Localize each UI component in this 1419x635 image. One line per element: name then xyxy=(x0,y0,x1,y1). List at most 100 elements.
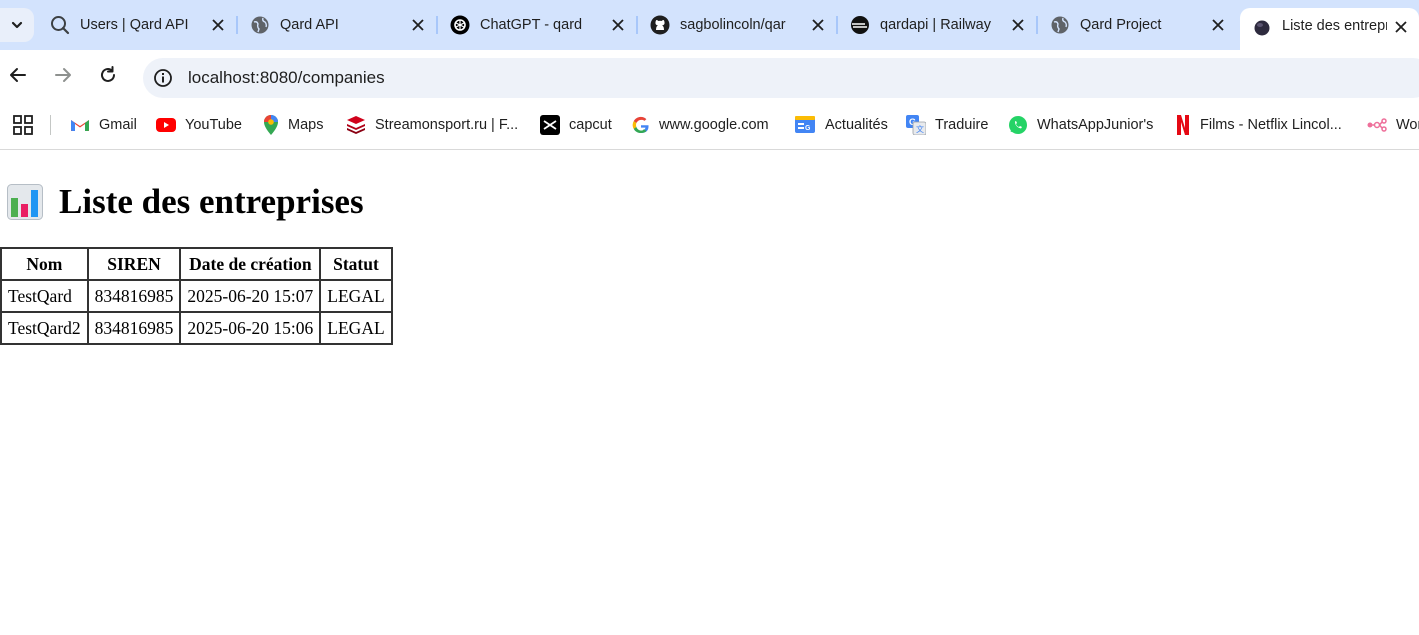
bookmark-label: Films - Netflix Lincol... xyxy=(1200,117,1342,133)
streamonsport-icon xyxy=(347,116,365,134)
dark-dot-icon xyxy=(1252,17,1272,37)
tab-qard-project[interactable]: Qard Project xyxy=(1038,8,1236,42)
cell-statut: LEGAL xyxy=(319,311,393,345)
chatgpt-icon xyxy=(450,15,470,35)
tab-title: Users | Qard API xyxy=(80,17,189,33)
bookmark-google[interactable]: www.google.com xyxy=(632,113,769,137)
globe-icon xyxy=(1050,15,1070,35)
news-icon: G xyxy=(795,116,815,133)
bookmark-streamonsport[interactable]: Streamonsport.ru | F... xyxy=(346,113,518,137)
bookmark-label: Traduire xyxy=(935,117,989,133)
reload-button[interactable] xyxy=(96,63,120,87)
bookmark-maps[interactable]: Maps xyxy=(263,113,323,137)
close-icon[interactable] xyxy=(810,17,826,33)
railway-icon xyxy=(850,15,870,35)
close-icon[interactable] xyxy=(610,17,626,33)
bookmark-wor[interactable]: Wor xyxy=(1367,113,1419,137)
site-info-icon[interactable] xyxy=(153,68,173,88)
tab-title: Liste des entrepri xyxy=(1282,18,1387,34)
page-content: Liste des entreprises Nom SIREN Date de … xyxy=(0,151,1419,635)
github-icon xyxy=(650,15,670,35)
tab-users-qard-api[interactable]: Users | Qard API xyxy=(38,8,236,42)
cell-siren: 834816985 xyxy=(86,311,182,345)
apps-grid-icon xyxy=(13,115,33,135)
bookmark-label: capcut xyxy=(569,117,612,133)
chevron-down-icon xyxy=(11,21,23,29)
bar-chart-icon xyxy=(7,184,43,220)
table-header-row: Nom SIREN Date de création Statut xyxy=(0,247,393,281)
bookmark-whatsappjunior[interactable]: WhatsAppJunior's xyxy=(1008,113,1153,137)
tab-title: Qard API xyxy=(280,17,339,33)
close-icon[interactable] xyxy=(1010,17,1026,33)
bookmark-label: WhatsAppJunior's xyxy=(1037,117,1154,133)
forward-button[interactable] xyxy=(51,63,75,87)
arrow-right-icon xyxy=(55,68,71,82)
youtube-icon xyxy=(156,118,176,132)
tab-strip: Users | Qard API Qard API ChatGPT - qard… xyxy=(0,0,1419,50)
tab-title: Qard Project xyxy=(1080,17,1162,33)
close-icon[interactable] xyxy=(210,17,226,33)
bookmark-label: Wor xyxy=(1396,117,1419,133)
table-row: TestQard 834816985 2025-06-20 15:07 LEGA… xyxy=(0,279,393,313)
column-header-statut: Statut xyxy=(319,247,393,281)
tab-title: qardapi | Railway xyxy=(880,17,991,33)
cell-nom: TestQard2 xyxy=(0,311,89,345)
column-header-nom: Nom xyxy=(0,247,89,281)
column-header-siren: SIREN xyxy=(86,247,182,281)
companies-table: Nom SIREN Date de création Statut TestQa… xyxy=(0,247,393,345)
tab-title: ChatGPT - qard xyxy=(480,17,583,33)
bookmark-label: www.google.com xyxy=(659,117,769,133)
bookmark-youtube[interactable]: YouTube xyxy=(156,113,242,137)
url-text[interactable]: localhost:8080/companies xyxy=(188,68,385,88)
bookmark-label: YouTube xyxy=(185,117,242,133)
bookmark-traduire[interactable]: G文 Traduire xyxy=(906,113,988,137)
bookmark-label: Streamonsport.ru | F... xyxy=(375,117,519,133)
bookmarks-bar: Gmail YouTube Maps Streamonsport.ru | F.… xyxy=(0,100,1419,150)
page-title: Liste des entreprises xyxy=(59,182,364,221)
netflix-icon xyxy=(1177,115,1189,135)
translate-icon: G文 xyxy=(906,115,926,135)
workflow-icon xyxy=(1367,118,1387,132)
reload-icon xyxy=(101,66,115,82)
tab-search-button[interactable] xyxy=(0,8,34,42)
arrow-left-icon xyxy=(10,68,26,82)
tab-title: sagbolincoln/qar xyxy=(680,17,786,33)
maps-icon xyxy=(264,115,278,135)
bookmark-netflix[interactable]: Films - Netflix Lincol... xyxy=(1175,113,1342,137)
bookmark-label: Actualités xyxy=(825,117,888,133)
whatsapp-icon xyxy=(1009,116,1027,134)
tab-github-repo[interactable]: sagbolincoln/qar xyxy=(638,8,836,42)
qard-q-icon xyxy=(50,15,70,35)
apps-button[interactable] xyxy=(12,113,34,137)
page-heading: Liste des entreprises xyxy=(7,182,364,222)
column-header-date-creation: Date de création xyxy=(179,247,322,281)
bookmark-label: Maps xyxy=(288,117,324,133)
table-row: TestQard2 834816985 2025-06-20 15:06 LEG… xyxy=(0,311,393,345)
back-button[interactable] xyxy=(6,63,30,87)
tab-chatgpt-qard[interactable]: ChatGPT - qard xyxy=(438,8,636,42)
close-icon[interactable] xyxy=(1210,17,1226,33)
bookmark-gmail[interactable]: Gmail xyxy=(70,113,137,137)
svg-text:G: G xyxy=(805,125,811,132)
close-icon[interactable] xyxy=(410,17,426,33)
tab-liste-des-entreprises[interactable]: Liste des entrepri xyxy=(1240,8,1419,50)
browser-toolbar: localhost:8080/companies xyxy=(0,50,1419,100)
bookmark-actualites[interactable]: G Actualités xyxy=(794,113,888,137)
globe-icon xyxy=(250,15,270,35)
bookmark-capcut[interactable]: capcut xyxy=(540,113,612,137)
tab-railway[interactable]: qardapi | Railway xyxy=(838,8,1036,42)
address-bar[interactable]: localhost:8080/companies xyxy=(143,58,1419,98)
google-icon xyxy=(632,116,649,134)
close-icon[interactable] xyxy=(1393,19,1409,35)
capcut-icon xyxy=(540,115,560,135)
cell-date-creation: 2025-06-20 15:06 xyxy=(179,311,322,345)
bookmark-label: Gmail xyxy=(99,117,137,133)
cell-siren: 834816985 xyxy=(86,279,182,313)
cell-date-creation: 2025-06-20 15:07 xyxy=(179,279,322,313)
tab-qard-api[interactable]: Qard API xyxy=(238,8,436,42)
gmail-icon xyxy=(71,120,89,131)
svg-text:文: 文 xyxy=(916,124,924,134)
bookmarks-divider xyxy=(50,115,51,135)
cell-statut: LEGAL xyxy=(319,279,393,313)
cell-nom: TestQard xyxy=(0,279,89,313)
